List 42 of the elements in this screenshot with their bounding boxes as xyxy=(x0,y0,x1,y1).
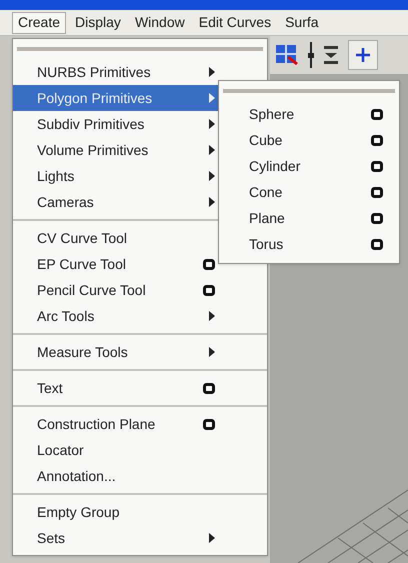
menu-item[interactable]: Annotation... xyxy=(13,463,265,489)
menu-item[interactable]: NURBS Primitives xyxy=(13,59,265,85)
submenu-arrow-icon xyxy=(209,145,215,155)
menu-item[interactable]: Measure Tools xyxy=(13,339,265,365)
option-box-icon[interactable] xyxy=(203,418,215,430)
menu-item[interactable]: Sets xyxy=(13,525,265,551)
option-box-icon[interactable] xyxy=(371,134,383,146)
menu-item[interactable]: Empty Group xyxy=(13,499,265,525)
menu-item[interactable]: Cylinder xyxy=(219,153,399,179)
option-box-icon[interactable] xyxy=(371,108,383,120)
submenu-arrow-icon xyxy=(209,93,215,103)
menu-item[interactable]: Pencil Curve Tool xyxy=(13,277,265,303)
submenu-arrow-icon xyxy=(209,119,215,129)
menu-item[interactable]: Arc Tools xyxy=(13,303,265,329)
submenu-arrow-icon xyxy=(209,197,215,207)
option-box-icon[interactable] xyxy=(203,258,215,270)
layout-grid-icon[interactable] xyxy=(276,45,298,65)
submenu-arrow-icon xyxy=(209,311,215,321)
menu-item[interactable]: Text xyxy=(13,375,265,401)
menu-item[interactable]: Cone xyxy=(219,179,399,205)
option-box-icon[interactable] xyxy=(371,186,383,198)
menu-bar-item[interactable]: Edit Curves xyxy=(194,12,276,34)
menu-bar-item[interactable]: Display xyxy=(70,12,126,34)
menu-item[interactable]: Cube xyxy=(219,127,399,153)
menu-down-icon[interactable] xyxy=(324,45,338,65)
menu-bar-item[interactable]: Window xyxy=(130,12,190,34)
option-box-icon[interactable] xyxy=(371,212,383,224)
option-box-icon[interactable] xyxy=(371,238,383,250)
option-box-icon[interactable] xyxy=(203,284,215,296)
plus-button[interactable] xyxy=(348,40,378,70)
submenu-arrow-icon xyxy=(209,533,215,543)
option-box-icon[interactable] xyxy=(371,160,383,172)
submenu-arrow-icon xyxy=(209,67,215,77)
menu-item[interactable]: Plane xyxy=(219,205,399,231)
plus-icon xyxy=(356,48,370,62)
option-box-icon[interactable] xyxy=(203,382,215,394)
submenu-arrow-icon xyxy=(209,347,215,357)
menu-bar-item[interactable]: Create xyxy=(12,12,66,34)
menu-item[interactable]: Locator xyxy=(13,437,265,463)
menu-item[interactable]: Construction Plane xyxy=(13,411,265,437)
submenu-arrow-icon xyxy=(209,171,215,181)
menu-bar-item[interactable]: Surfa xyxy=(280,12,324,34)
